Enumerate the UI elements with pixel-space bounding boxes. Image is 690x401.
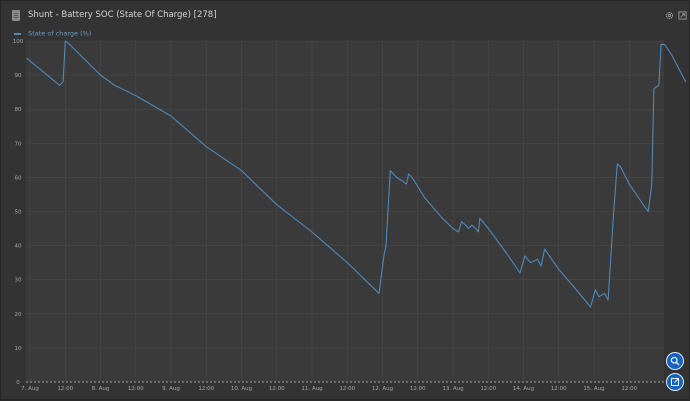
export-fab-button[interactable] — [666, 373, 684, 391]
x-tick-label: 12:00 — [551, 386, 567, 392]
y-tick-label: 100 — [13, 39, 24, 45]
y-tick-label: 60 — [15, 175, 22, 181]
x-tick-label: 10. Aug — [231, 386, 252, 392]
x-tick-label: 11. Aug — [301, 386, 322, 392]
zoom-fab-button[interactable] — [666, 352, 684, 370]
y-tick-label: 20 — [15, 312, 22, 318]
y-tick-label: 70 — [15, 141, 22, 147]
x-tick-label: 15. Aug — [583, 386, 604, 392]
y-tick-label: 80 — [15, 107, 22, 113]
x-tick-label: 9. Aug — [162, 386, 180, 392]
x-tick-label: 12:00 — [128, 386, 144, 392]
chart-grid — [26, 40, 664, 383]
chart-panel: Shunt - Battery SOC (State Of Charge) [2… — [0, 0, 690, 400]
y-tick-label: 40 — [15, 244, 22, 250]
x-tick-label: 12:00 — [410, 386, 426, 392]
x-tick-label: 14. Aug — [513, 386, 534, 392]
y-tick-label: 50 — [15, 210, 22, 216]
x-tick-label: 12:00 — [269, 386, 285, 392]
x-tick-label: 7. Aug — [21, 386, 39, 392]
x-tick-label: 12:00 — [198, 386, 214, 392]
x-tick-label: 12:00 — [480, 386, 496, 392]
x-tick-label: 8. Aug — [92, 386, 110, 392]
x-tick-label: 13. Aug — [442, 386, 463, 392]
x-tick-label: 12:00 — [57, 386, 73, 392]
line-chart: 0 10 20 30 40 50 60 70 80 90 100 7. Aug 12:00 8. Aug 1… — [13, 39, 687, 392]
y-tick-label: 90 — [15, 73, 22, 79]
x-tick-label: 12. Aug — [372, 386, 393, 392]
y-tick-label: 0 — [16, 380, 20, 386]
y-tick-label: 30 — [15, 278, 22, 284]
y-tick-label: 10 — [15, 346, 22, 352]
x-tick-label: 12:00 — [339, 386, 355, 392]
x-tick-label: 12:00 — [621, 386, 637, 392]
zoom-in-icon — [670, 356, 680, 366]
export-icon — [671, 378, 679, 386]
